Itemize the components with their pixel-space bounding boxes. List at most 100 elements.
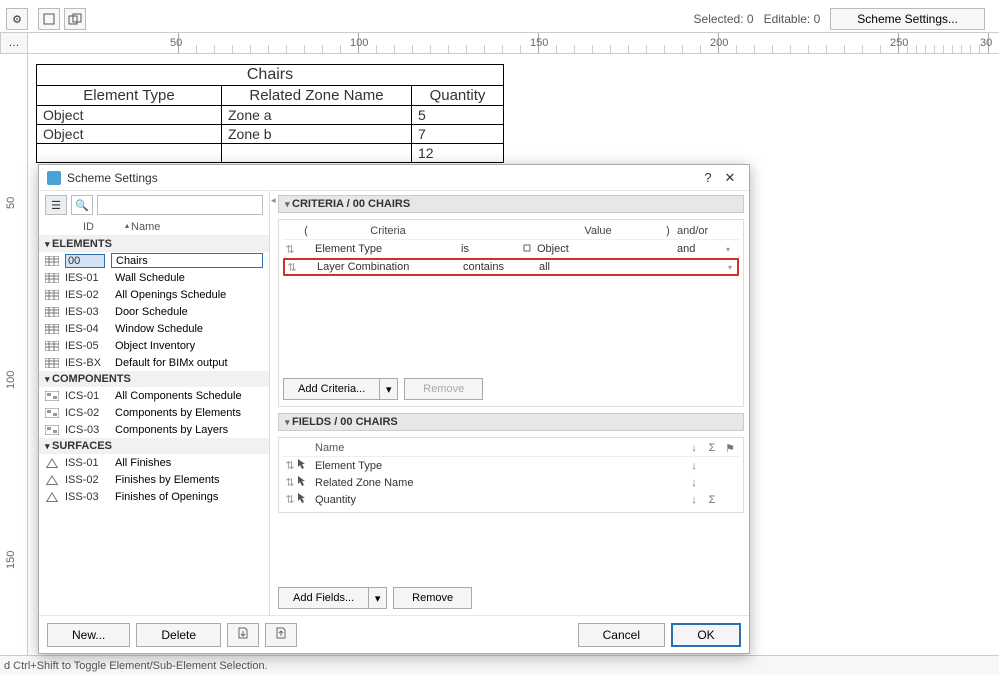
schedule-icon [45, 491, 59, 502]
drag-handle-icon[interactable]: ⇅ [283, 493, 297, 506]
scheme-list-item[interactable]: IES-04 [39, 320, 269, 337]
scheme-id: ICS-02 [65, 407, 105, 419]
criteria-value: all [539, 261, 661, 273]
scheme-id: ISS-02 [65, 474, 105, 486]
list-view-icon[interactable]: ☰ [45, 195, 67, 215]
scheme-id: ICS-03 [65, 424, 105, 436]
help-button[interactable]: ? [697, 170, 719, 185]
criteria-name: Layer Combination [317, 261, 463, 273]
sort-icon[interactable]: ↓ [685, 494, 703, 506]
close-button[interactable]: ✕ [719, 170, 741, 186]
criteria-value: Object [537, 243, 659, 255]
group-surfaces[interactable]: SURFACES [39, 438, 269, 454]
criteria-section-header[interactable]: CRITERIA / 00 CHAIRS [278, 195, 744, 213]
scheme-name [111, 455, 263, 470]
scheme-list-item[interactable]: IES-BX [39, 354, 269, 371]
fields-hdr-name: Name [315, 442, 685, 454]
drag-handle-icon[interactable]: ⇅ [283, 476, 297, 489]
import-icon[interactable] [227, 623, 259, 647]
drag-handle-icon[interactable]: ⇅ [283, 459, 297, 472]
remove-criteria-button[interactable]: Remove [404, 378, 483, 400]
field-row[interactable]: ⇅ Related Zone Name↓ [283, 474, 739, 491]
sum-icon[interactable]: Σ [703, 494, 721, 506]
add-fields-dropdown[interactable]: ▾ [369, 587, 387, 609]
search-input[interactable] [97, 195, 263, 215]
schedule-icon [45, 424, 59, 435]
col-hdr-qty: Quantity [412, 86, 504, 106]
dialog-title: Scheme Settings [67, 171, 158, 185]
scheme-list-item[interactable]: IES-01 [39, 269, 269, 286]
scheme-name[interactable] [111, 253, 263, 268]
scheme-name [111, 405, 263, 420]
drag-handle-icon[interactable]: ⇅ [285, 261, 299, 274]
group-elements[interactable]: ELEMENTS [39, 236, 269, 252]
scheme-id: IES-03 [65, 306, 105, 318]
gear-icon[interactable]: ⚙ [6, 8, 28, 30]
scheme-id: ISS-01 [65, 457, 105, 469]
field-name: Related Zone Name [315, 477, 685, 489]
drag-handle-icon[interactable]: ⇅ [283, 243, 297, 256]
sort-icon[interactable]: ↓ [685, 477, 703, 489]
scheme-settings-dialog: Scheme Settings ? ✕ ◂ ☰ 🔍 ID ▴ Name ELEM… [38, 164, 750, 654]
chevron-down-icon[interactable]: ▾ [723, 263, 737, 272]
object-icon [521, 243, 537, 256]
col-hdr-element-type: Element Type [37, 86, 222, 106]
chevron-down-icon[interactable]: ▾ [721, 245, 735, 254]
add-criteria-dropdown[interactable]: ▾ [380, 378, 398, 400]
new-button[interactable]: New... [47, 623, 130, 647]
schedule-icon [45, 474, 59, 485]
scheme-id: IES-05 [65, 340, 105, 352]
scheme-list-item[interactable]: IES-05 [39, 337, 269, 354]
schedule-icon [45, 323, 59, 334]
scheme-list-item[interactable]: ISS-03 [39, 488, 269, 505]
status-selected: Selected: 0 [694, 12, 754, 26]
criteria-row[interactable]: ⇅Element TypeisObjectand▾ [283, 240, 739, 258]
export-icon[interactable] [265, 623, 297, 647]
add-criteria-button[interactable]: Add Criteria... [283, 378, 380, 400]
pointer-icon [297, 475, 315, 490]
col-name[interactable]: Name [131, 221, 160, 233]
scheme-list-item[interactable]: ICS-01 [39, 387, 269, 404]
sort-asc-icon[interactable]: ▴ [125, 221, 129, 233]
scheme-list-item[interactable]: IES-02 [39, 286, 269, 303]
select-multi-icon[interactable] [64, 8, 86, 30]
pointer-icon [297, 492, 315, 507]
field-row[interactable]: ⇅ Element Type↓ [283, 457, 739, 474]
criteria-operator: is [461, 243, 521, 255]
scheme-name [111, 304, 263, 319]
field-row[interactable]: ⇅Quantity↓Σ [283, 491, 739, 508]
fields-section-header[interactable]: FIELDS / 00 CHAIRS [278, 413, 744, 431]
col-id[interactable]: ID [83, 221, 125, 233]
scheme-id: IES-BX [65, 357, 105, 369]
vertical-ruler: 50100150 [0, 54, 28, 655]
remove-field-button[interactable]: Remove [393, 587, 472, 609]
add-fields-button[interactable]: Add Fields... [278, 587, 369, 609]
cancel-button[interactable]: Cancel [578, 623, 665, 647]
group-components[interactable]: COMPONENTS [39, 371, 269, 387]
scheme-list-item[interactable]: IES-03 [39, 303, 269, 320]
scheme-id: IES-04 [65, 323, 105, 335]
schedule-icon [45, 457, 59, 468]
schedule-icon [45, 357, 59, 368]
scheme-list-item[interactable]: ICS-02 [39, 404, 269, 421]
scheme-list-item[interactable]: 00 [39, 252, 269, 269]
ruler-corner[interactable]: … [0, 32, 28, 54]
ok-button[interactable]: OK [671, 623, 741, 647]
col-hdr-zone: Related Zone Name [222, 86, 412, 106]
sort-icon[interactable]: ↓ [685, 460, 703, 472]
criteria-row[interactable]: ⇅Layer Combinationcontainsall▾ [283, 258, 739, 276]
scheme-list-item[interactable]: ISS-01 [39, 454, 269, 471]
scheme-list-panel: ☰ 🔍 ID ▴ Name ELEMENTS 00IES-01IES-02 IES… [39, 191, 270, 615]
field-name: Element Type [315, 460, 685, 472]
crit-hdr-close-paren: ) [659, 225, 677, 237]
select-icon[interactable] [38, 8, 60, 30]
search-icon[interactable]: 🔍 [71, 195, 93, 215]
statusbar: d Ctrl+Shift to Toggle Element/Sub-Eleme… [0, 655, 999, 675]
schedule-icon [45, 390, 59, 401]
scheme-settings-button[interactable]: Scheme Settings... [830, 8, 985, 30]
scheme-list-item[interactable]: ISS-02 [39, 471, 269, 488]
crit-hdr-andor: and/or [677, 225, 721, 237]
delete-button[interactable]: Delete [136, 623, 221, 647]
scheme-list-item[interactable]: ICS-03 [39, 421, 269, 438]
scheme-name [111, 422, 263, 437]
